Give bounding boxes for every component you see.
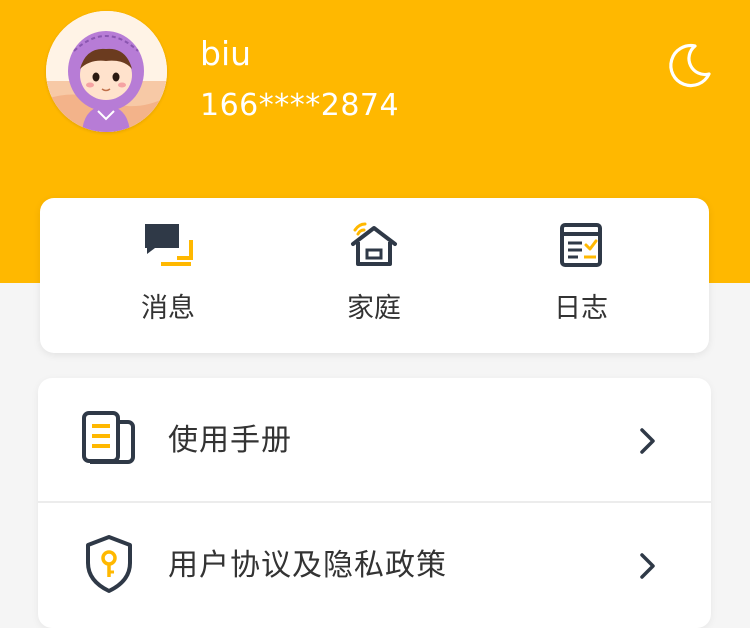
avatar[interactable] xyxy=(46,11,167,132)
menu-item-label: 使用手册 xyxy=(168,423,292,458)
quick-action-label: 消息 xyxy=(141,293,195,324)
message-icon xyxy=(143,222,193,268)
quick-action-label: 家庭 xyxy=(347,293,401,324)
quick-action-messages[interactable]: 消息 xyxy=(58,198,278,353)
avatar-image xyxy=(46,11,167,132)
settings-menu-card: 使用手册 用户协议及隐私政策 xyxy=(38,378,711,628)
menu-item-manual[interactable]: 使用手册 xyxy=(38,378,711,503)
quick-actions-card: 消息 家庭 日志 xyxy=(40,198,709,353)
chevron-right-icon xyxy=(638,551,658,581)
moon-icon[interactable] xyxy=(665,40,715,90)
quick-action-label: 日志 xyxy=(554,293,608,324)
log-icon xyxy=(556,222,606,268)
privacy-shield-icon xyxy=(80,533,138,595)
chevron-right-icon xyxy=(638,426,658,456)
phone-number: 166****2874 xyxy=(200,88,400,123)
home-icon xyxy=(349,222,399,268)
quick-action-home[interactable]: 家庭 xyxy=(264,198,484,353)
menu-item-privacy[interactable]: 用户协议及隐私政策 xyxy=(38,503,711,627)
username: biu xyxy=(200,34,252,73)
quick-action-log[interactable]: 日志 xyxy=(471,198,691,353)
manual-icon xyxy=(80,408,138,470)
menu-item-label: 用户协议及隐私政策 xyxy=(168,548,447,583)
